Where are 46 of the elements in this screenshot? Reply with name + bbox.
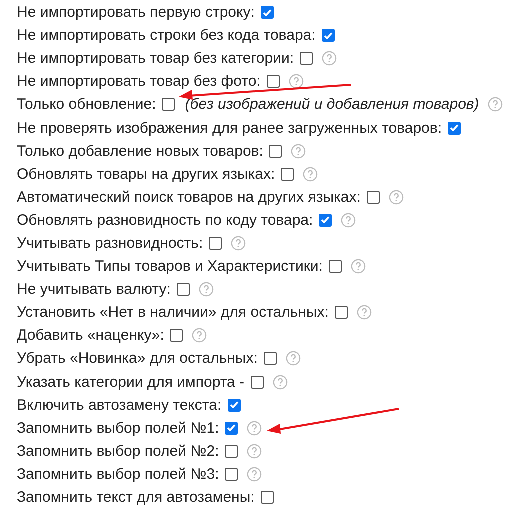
checkbox[interactable] xyxy=(170,329,184,342)
option-label: Только обновление: xyxy=(17,96,156,114)
option-label: Не импортировать первую строку: xyxy=(17,4,255,22)
checkbox[interactable] xyxy=(225,422,238,435)
checkbox[interactable] xyxy=(225,444,238,458)
checkbox[interactable] xyxy=(228,398,241,412)
checkbox[interactable] xyxy=(266,75,280,88)
option-label: Убрать «Новинка» для остальных: xyxy=(17,350,258,368)
option-label: Не проверять изображения для ранее загруженных товаров: xyxy=(17,120,442,137)
option-label: Учитывать разновидность: xyxy=(17,234,204,252)
checkbox[interactable] xyxy=(264,352,277,366)
option-label: Только добавление новых товаров: xyxy=(17,142,264,160)
checkbox[interactable] xyxy=(162,98,176,112)
option-note: (без изображений и добавления товаров) xyxy=(185,97,480,112)
checkbox[interactable] xyxy=(448,122,462,135)
checkbox[interactable] xyxy=(300,52,313,66)
checkbox[interactable] xyxy=(319,214,332,227)
option-label: Не импортировать строки без кода товара: xyxy=(17,27,316,44)
checkbox[interactable] xyxy=(209,236,222,250)
checkbox[interactable] xyxy=(225,468,238,481)
option-label: Запомнить выбор полей №3: xyxy=(17,466,220,483)
option-label: Добавить «наценку»: xyxy=(17,327,164,344)
checkbox[interactable] xyxy=(250,376,264,389)
option-label: Автоматический поиск товаров на других языках: xyxy=(17,188,361,206)
option-label: Не импортировать товар без категории: xyxy=(17,50,294,68)
checkbox[interactable] xyxy=(269,144,282,158)
option-label: Установить «Нет в наличии» для остальных: xyxy=(17,304,329,322)
option-label: Учитывать Типы товаров и Характеристики: xyxy=(17,258,323,276)
option-label: Запомнить текст для автозамены: xyxy=(17,489,255,506)
checkbox[interactable] xyxy=(281,168,294,181)
option-label: Включить автозамену текста: xyxy=(17,396,222,414)
checkbox[interactable] xyxy=(260,6,274,20)
option-label: Обновлять товары на других языках: xyxy=(17,166,276,183)
option-label: Обновлять разновидность по коду товара: xyxy=(17,212,314,229)
option-label: Не импортировать товар без фото: xyxy=(17,73,261,90)
checkbox[interactable] xyxy=(328,260,342,274)
option-label: Не учитывать валюту: xyxy=(17,281,171,298)
option-label: Указать категории для импорта - xyxy=(17,374,245,391)
checkbox[interactable] xyxy=(176,283,190,296)
checkbox[interactable] xyxy=(334,306,348,320)
option-label: Запомнить выбор полей №1: xyxy=(17,420,220,437)
help-icon[interactable] xyxy=(288,74,304,90)
checkbox[interactable] xyxy=(260,491,274,504)
checkbox[interactable] xyxy=(322,29,335,42)
checkbox[interactable] xyxy=(366,190,380,204)
option-label: Запомнить выбор полей №2: xyxy=(17,442,220,460)
